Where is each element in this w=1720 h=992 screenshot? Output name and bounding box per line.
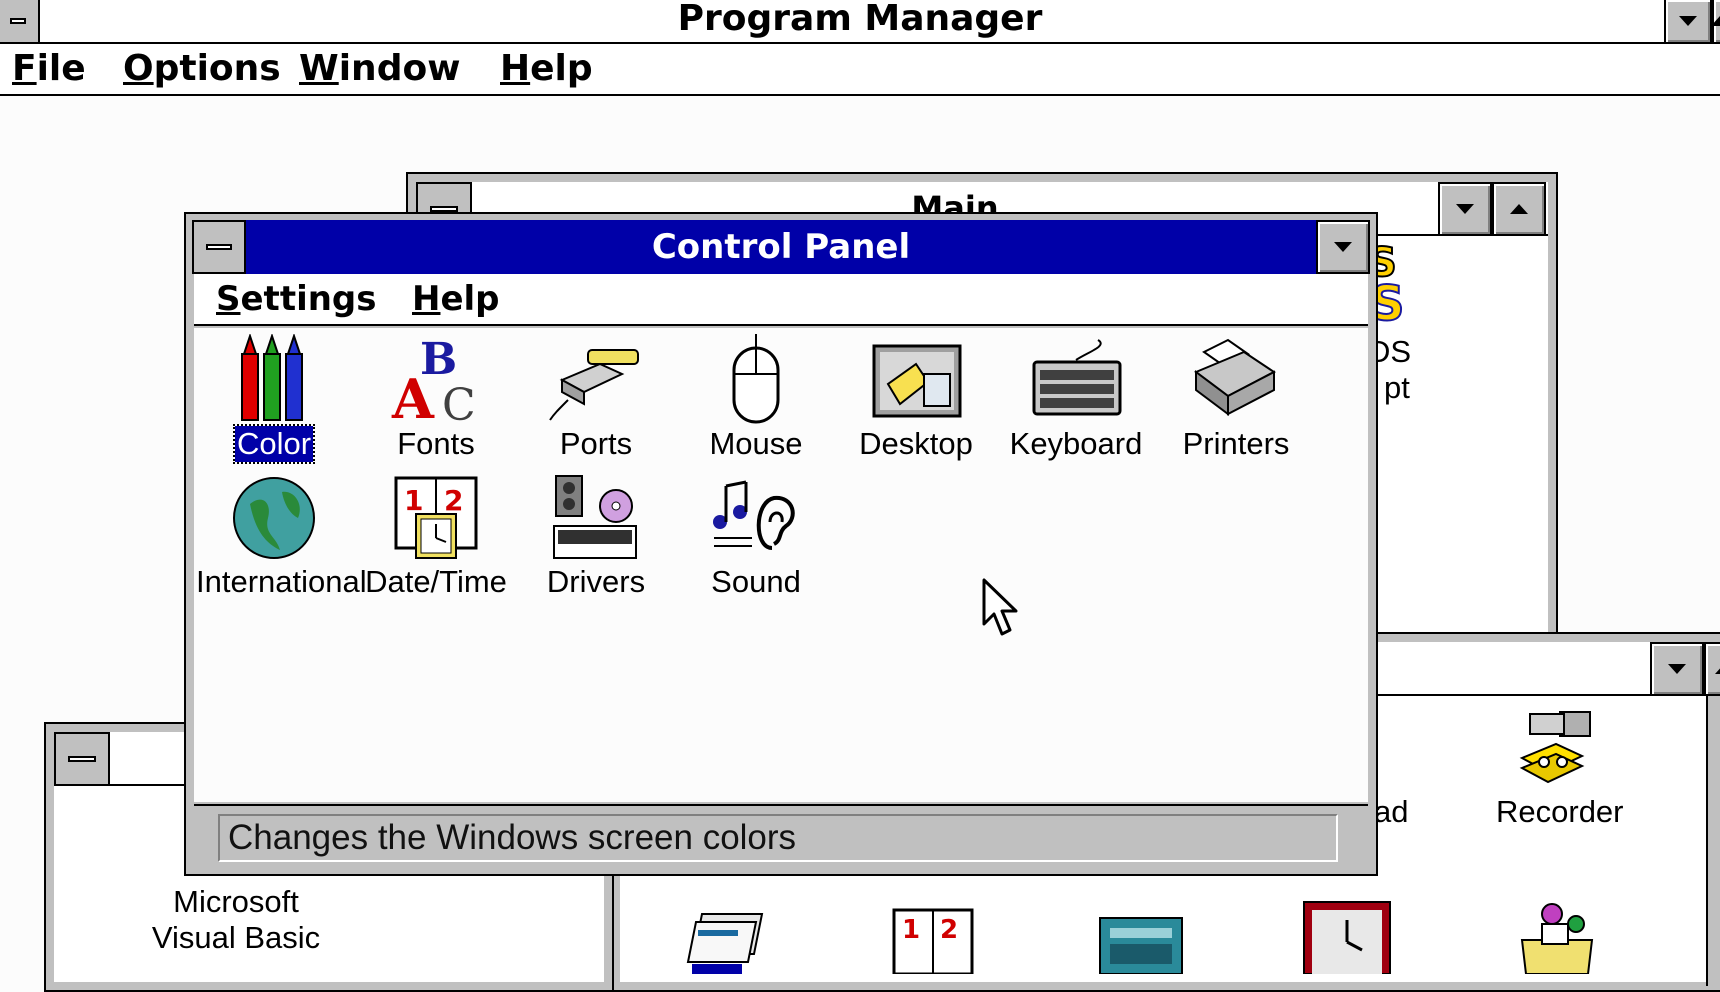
- icon-label: Keyboard: [1009, 426, 1143, 461]
- icon-label: International: [196, 564, 367, 599]
- printer-icon: [1194, 338, 1276, 416]
- svg-text:1: 1: [404, 484, 423, 517]
- svg-text:2: 2: [940, 915, 958, 945]
- menu-settings[interactable]: Settings: [216, 274, 377, 324]
- control-panel-item-drivers[interactable]: Drivers: [516, 474, 676, 600]
- recorder-icon[interactable]: [1512, 706, 1596, 786]
- control-panel-item-mouse[interactable]: Mouse: [676, 334, 836, 462]
- accessories-partial-label: ad: [1374, 794, 1409, 829]
- main-window-maximize-button[interactable]: [1492, 182, 1546, 236]
- svg-text:A: A: [391, 367, 435, 424]
- icon-label: Sound: [711, 564, 801, 599]
- menu-cp-help[interactable]: Help: [412, 274, 500, 324]
- control-panel-item-international[interactable]: International: [194, 474, 367, 600]
- accessories-scrollbar[interactable]: [1706, 696, 1720, 986]
- control-panel-minimize-button[interactable]: [1316, 220, 1370, 274]
- program-manager-maximize-button[interactable]: [1711, 0, 1720, 44]
- program-manager-title-bar[interactable]: Program Manager: [0, 0, 1720, 44]
- icon-label: Mouse: [709, 426, 803, 461]
- drivers-icon: [553, 475, 637, 559]
- control-panel-title-bar[interactable]: Control Panel: [246, 220, 1316, 274]
- control-panel-item-sound[interactable]: Sound: [676, 474, 836, 600]
- status-text: Changes the Windows screen colors: [218, 814, 1338, 862]
- object-packager-icon[interactable]: [1512, 900, 1602, 974]
- control-panel-item-desktop[interactable]: Desktop: [836, 334, 996, 462]
- recorder-label: Recorder: [1496, 794, 1624, 829]
- mouse-cursor-icon: [982, 578, 1018, 636]
- control-panel-system-menu-button[interactable]: [192, 220, 246, 274]
- svg-text:2: 2: [444, 484, 463, 517]
- menu-file[interactable]: File: [12, 44, 86, 94]
- ms-dos-label-line2: pt: [1384, 370, 1410, 405]
- sound-icon: [713, 480, 795, 550]
- cardfile-icon[interactable]: [682, 904, 772, 974]
- control-panel-menu-bar: Settings Help: [194, 274, 1368, 326]
- svg-text:C: C: [442, 380, 476, 424]
- menu-help[interactable]: Help: [500, 44, 593, 94]
- accessories-window-minimize-button[interactable]: [1650, 642, 1704, 696]
- fonts-icon: B A C: [391, 334, 476, 424]
- icon-label: Desktop: [859, 426, 973, 461]
- mouse-icon: [732, 334, 780, 424]
- control-panel-item-date-time[interactable]: 1 2 Date/Time: [356, 474, 516, 600]
- main-window-minimize-button[interactable]: [1438, 182, 1492, 236]
- crayons-icon: [241, 334, 303, 421]
- accessories-window-maximize-button[interactable]: [1704, 642, 1720, 696]
- calendar-clock-icon: 1 2: [394, 476, 478, 559]
- control-panel-item-printers[interactable]: Printers: [1156, 334, 1316, 462]
- program-manager-minimize-button[interactable]: [1664, 0, 1712, 44]
- control-panel-title: Control Panel: [651, 227, 911, 267]
- control-panel-item-ports[interactable]: Ports: [516, 334, 676, 462]
- calculator-icon[interactable]: [1096, 914, 1186, 974]
- globe-icon: [233, 477, 315, 559]
- icon-label: Ports: [559, 426, 633, 461]
- control-panel-window[interactable]: Control Panel Settings Help Color B A C: [184, 212, 1378, 876]
- ports-icon: [549, 349, 639, 421]
- control-panel-item-keyboard[interactable]: Keyboard: [996, 334, 1156, 462]
- control-panel-item-fonts[interactable]: B A C Fonts: [356, 334, 516, 462]
- icon-label: Drivers: [546, 564, 646, 599]
- icon-label: Fonts: [397, 426, 475, 461]
- menu-options[interactable]: Options: [123, 44, 281, 94]
- icon-label: Printers: [1182, 426, 1290, 461]
- visual-basic-label-line2: Visual Basic: [151, 920, 321, 955]
- visual-basic-label-line1: Microsoft: [173, 884, 299, 919]
- icon-label: Date/Time: [365, 564, 507, 599]
- control-panel-icon-area: Color B A C Fonts Ports Mouse Desktop Ke…: [194, 328, 1368, 802]
- menu-window[interactable]: Window: [299, 44, 460, 94]
- desktop-icon: [872, 344, 962, 418]
- calendar-icon[interactable]: 1 2: [888, 904, 978, 974]
- icon-label: Color: [232, 424, 316, 464]
- control-panel-item-color[interactable]: Color: [194, 334, 354, 464]
- left-window-system-menu-button[interactable]: [54, 732, 110, 786]
- clock-icon[interactable]: [1302, 900, 1392, 974]
- svg-text:1: 1: [902, 915, 920, 945]
- program-manager-title: Program Manager: [677, 0, 1043, 39]
- program-manager-menu-bar: File Options Window Help: [0, 44, 1720, 96]
- keyboard-icon: [1032, 339, 1122, 416]
- control-panel-status-bar: Changes the Windows screen colors: [194, 804, 1368, 868]
